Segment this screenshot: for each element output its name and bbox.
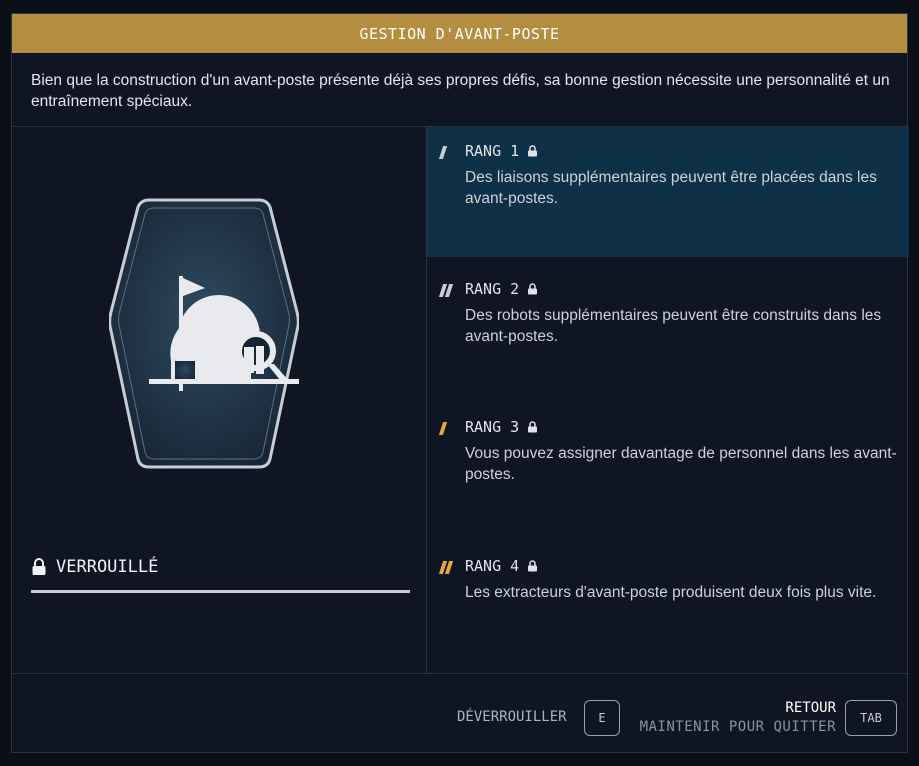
rank-1[interactable]: RANG 1 Des liaisons supplémentaires peuv… xyxy=(427,127,909,257)
back-key-hint[interactable]: TAB xyxy=(845,700,897,736)
footer-actions: DÉVERROUILLER E RETOUR MAINTENIR POUR QU… xyxy=(12,673,907,753)
rank-2[interactable]: RANG 2 Des robots supplémentaires peuven… xyxy=(427,265,909,395)
lock-icon xyxy=(32,558,46,575)
rank-4[interactable]: RANG 4 Les extracteurs d'avant-poste pro… xyxy=(427,542,909,672)
lock-icon xyxy=(528,421,538,433)
rank-2-description: Des robots supplémentaires peuvent être … xyxy=(465,307,882,345)
rank-4-tier-marker xyxy=(438,561,454,574)
lock-status: VERROUILLÉ xyxy=(31,557,158,577)
rank-4-description: Les extracteurs d'avant-poste produisent… xyxy=(465,584,877,601)
rank-3-label: RANG 3 xyxy=(465,418,520,436)
hold-to-quit-label: MAINTENIR POUR QUITTER xyxy=(639,719,836,735)
progress-bar xyxy=(31,590,410,593)
rank-3-tier-marker xyxy=(438,422,448,435)
rank-2-tier-marker xyxy=(438,284,454,297)
panel-title: GESTION D'AVANT-POSTE xyxy=(12,14,907,53)
skill-panel: GESTION D'AVANT-POSTE Bien que la constr… xyxy=(11,13,909,753)
outpost-management-badge-icon xyxy=(109,198,299,469)
lock-icon xyxy=(528,560,538,572)
rank-3-description: Vous pouvez assigner davantage de person… xyxy=(465,445,897,483)
rank-2-label: RANG 2 xyxy=(465,280,520,298)
rank-3[interactable]: RANG 3 Vous pouvez assigner davantage de… xyxy=(427,403,909,533)
lock-status-label: VERROUILLÉ xyxy=(56,557,159,577)
rank-4-label: RANG 4 xyxy=(465,557,520,575)
rank-1-description: Des liaisons supplémentaires peuvent êtr… xyxy=(465,169,877,207)
rank-1-label: RANG 1 xyxy=(465,142,520,160)
lock-icon xyxy=(528,145,538,157)
back-button[interactable]: RETOUR xyxy=(785,700,836,716)
unlock-key-hint[interactable]: E xyxy=(584,700,620,736)
unlock-button[interactable]: DÉVERROUILLER xyxy=(457,709,567,725)
skill-description: Bien que la construction d'un avant-post… xyxy=(31,72,890,110)
lock-icon xyxy=(528,283,538,295)
rank-1-tier-marker xyxy=(438,146,448,159)
